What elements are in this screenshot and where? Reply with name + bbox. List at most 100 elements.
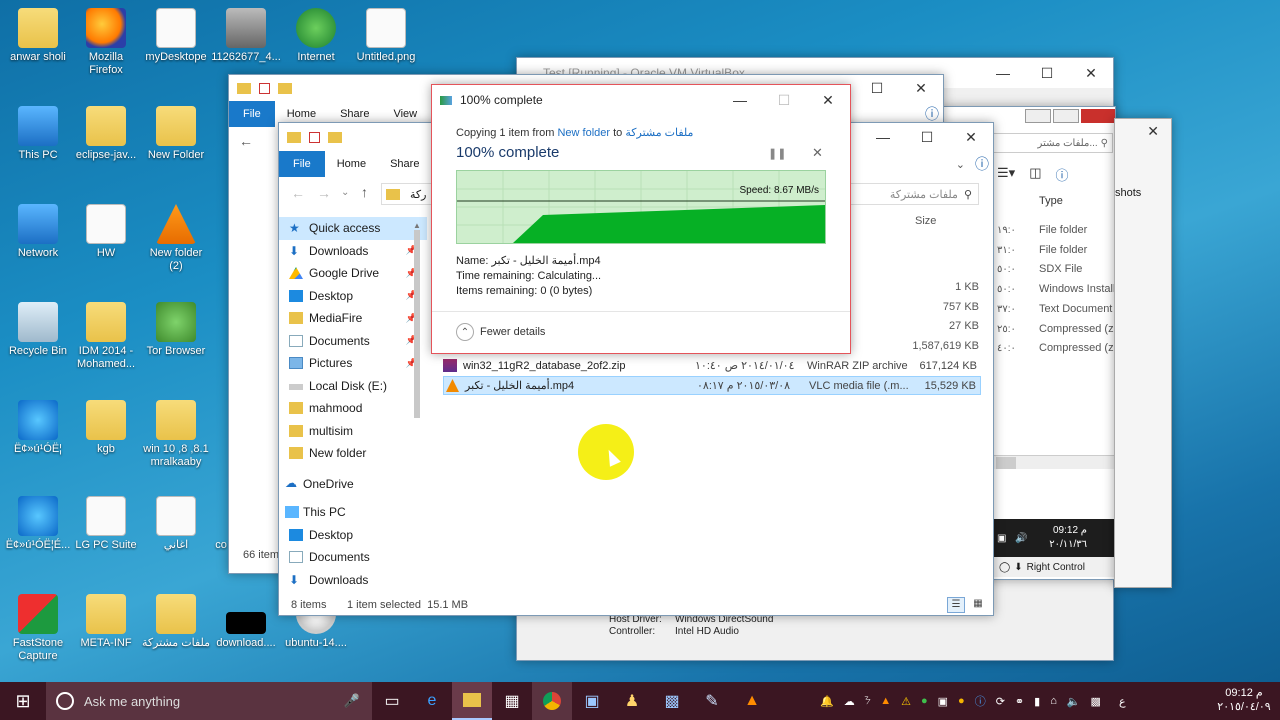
desktop-icon-shared-files[interactable]: ملفات مشتركة	[138, 594, 214, 650]
desktop-icon-recycle-bin[interactable]: Recycle Bin	[0, 302, 76, 358]
help-icon[interactable]: ⓘ	[975, 154, 993, 174]
nav-mediafire[interactable]: MediaFire 📌	[279, 307, 427, 330]
desktop-icon-win10[interactable]: win 10 ,8 ,8.1 mralkaaby	[138, 400, 214, 469]
desktop-icon-aghani[interactable]: اغاني	[138, 496, 214, 552]
desktop-icon-anwar-sholi[interactable]: anwar sholi	[0, 8, 76, 64]
nav-local-disk-e[interactable]: Local Disk (E:)	[279, 375, 427, 398]
up-arrow-icon[interactable]: ↑	[361, 184, 368, 200]
file-explorer-taskbar-icon[interactable]	[452, 682, 492, 720]
back-arrow-icon[interactable]: ←	[291, 185, 305, 201]
editor-app-icon[interactable]: ✎	[692, 682, 732, 720]
vlc-taskbar-icon[interactable]: ▲	[732, 682, 772, 720]
green-tray-icon[interactable]: ●	[921, 695, 928, 707]
nav-mahmood[interactable]: mahmood	[279, 397, 427, 420]
desktop-icon-idm-2014[interactable]: IDM 2014 - Mohamed...	[68, 302, 144, 371]
minimize-button[interactable]: —	[861, 123, 905, 151]
sync-tray-icon[interactable]: ⟳	[996, 695, 1005, 708]
copy-dialog-titlebar[interactable]: 100% complete — ☐ ✕	[432, 85, 850, 115]
column-header-type[interactable]: Type	[1039, 195, 1063, 207]
scroll-thumb[interactable]	[414, 230, 420, 418]
preview-pane-icon[interactable]: ◫	[1029, 165, 1041, 184]
pause-button[interactable]: ❚❚	[768, 147, 786, 160]
tab-share[interactable]: Share	[378, 158, 431, 170]
globe-tray-icon[interactable]: ⚭	[1015, 695, 1024, 708]
search-icon[interactable]: ⚲	[964, 188, 972, 201]
desktop-icon-firefox[interactable]: Mozilla Firefox	[68, 8, 144, 77]
volume-icon[interactable]: 🔈	[1067, 695, 1081, 708]
bluetooth-icon[interactable]: ᜢ	[865, 695, 871, 708]
nav-scrollbar[interactable]: ▲	[411, 221, 423, 593]
tab-share[interactable]: Share	[328, 108, 381, 120]
fewer-details-button[interactable]: ⌃ Fewer details	[456, 323, 545, 341]
scroll-up-arrow[interactable]: ▲	[411, 221, 423, 230]
maximize-button[interactable]: ☐	[905, 123, 949, 151]
maximize-button[interactable]: ☐	[855, 74, 899, 102]
microphone-icon[interactable]: 🎤	[344, 693, 360, 709]
volume-tray-icon[interactable]: 🔊	[1015, 533, 1027, 544]
close-button[interactable]: ✕	[806, 86, 850, 114]
action-center-icon[interactable]: ▩	[1091, 695, 1101, 708]
view-options-icon[interactable]: ☰▾	[997, 165, 1015, 184]
close-button[interactable]	[1081, 109, 1115, 123]
nav-google-drive[interactable]: Google Drive 📌	[279, 262, 427, 285]
ribbon-expand-icon[interactable]: ⌄	[956, 158, 965, 171]
desktop-icon-edge-shortcut[interactable]: Ë¢»ú¹ÓË¦É...	[0, 496, 76, 552]
wifi-icon[interactable]: ⌂	[1050, 695, 1057, 707]
nav-multisim[interactable]: multisim	[279, 420, 427, 443]
vlc-tray-icon[interactable]: ▲	[880, 695, 891, 707]
desktop-icon-this-pc[interactable]: This PC	[0, 106, 76, 162]
vm-search-box[interactable]: ملفات مشتر... ⚲	[993, 133, 1113, 153]
desktop-icon-ie[interactable]: Ë¢»ú¹ÓË¦	[0, 400, 76, 456]
nav-this-pc[interactable]: This PC	[279, 501, 427, 524]
close-button[interactable]: ✕	[1069, 59, 1113, 87]
network-tray-icon[interactable]: ▣	[997, 533, 1006, 544]
desktop-icon-new-folder-2[interactable]: New folder (2)	[138, 204, 214, 273]
nav-documents[interactable]: Documents 📌	[279, 330, 427, 353]
virtualbox-taskbar-icon[interactable]: ▩	[652, 682, 692, 720]
minimize-button[interactable]: —	[718, 86, 762, 114]
desktop-icon-tor-browser[interactable]: Tor Browser	[138, 302, 214, 358]
start-button[interactable]: ⊞	[0, 682, 46, 720]
nav-quick-access[interactable]: ★ Quick access	[279, 217, 427, 240]
back-nav-arrow[interactable]: ←	[239, 133, 253, 149]
store-icon[interactable]: ▦	[492, 682, 532, 720]
close-icon[interactable]: ✕	[1147, 123, 1159, 140]
maximize-button[interactable]: ☐	[1025, 59, 1069, 87]
nav-pictures[interactable]: Pictures 📌	[279, 352, 427, 375]
desktop-icon-eclipse[interactable]: eclipse-jav...	[68, 106, 144, 162]
file-row-selected[interactable]: أميمة الخليل - تكبر.mp4 ٢٠١٥/٠٣/٠٨ م ٠٨:…	[443, 376, 981, 395]
search-icon[interactable]: ⚲	[1101, 138, 1108, 149]
info-tray-icon[interactable]: ⓘ	[975, 693, 986, 709]
details-view-icon[interactable]: ☰	[947, 597, 965, 613]
minimize-button[interactable]	[1025, 109, 1051, 123]
desktop-icon-new-folder[interactable]: New Folder	[138, 106, 214, 162]
desktop-icon-untitled-png[interactable]: Untitled.png	[348, 8, 424, 64]
source-link[interactable]: New folder	[557, 127, 610, 139]
scroll-thumb[interactable]	[996, 457, 1016, 469]
help-icon[interactable]: ⓘ	[925, 104, 943, 124]
forward-arrow-icon[interactable]: →	[317, 185, 331, 201]
task-view-icon[interactable]: ▭	[372, 682, 412, 720]
tab-file[interactable]: File	[229, 101, 275, 127]
nav-pc-desktop[interactable]: Desktop	[279, 524, 427, 547]
nav-desktop[interactable]: Desktop 📌	[279, 285, 427, 308]
clock[interactable]: 09:12 م ٢٠١٥/٠٤/٠٩	[1214, 686, 1274, 714]
language-indicator[interactable]: ع	[1119, 695, 1126, 708]
file-row[interactable]: win32_11gR2_database_2of2.zip ٢٠١٤/٠١/٠٤…	[443, 356, 981, 375]
nav-onedrive[interactable]: ☁ OneDrive	[279, 473, 427, 496]
search-box[interactable]: ملفات مشتركة ⚲	[845, 183, 979, 205]
desktop-icon-hw[interactable]: HW	[68, 204, 144, 260]
nav-downloads[interactable]: ⬇ Downloads 📌	[279, 240, 427, 263]
desktop-icon-network[interactable]: Network	[0, 204, 76, 260]
vm-horizontal-scrollbar[interactable]	[993, 455, 1115, 469]
help-icon[interactable]: ⓘ	[1055, 165, 1068, 184]
desktop-icon-meta-inf[interactable]: META-INF	[68, 594, 144, 650]
nav-pc-downloads[interactable]: ⬇ Downloads	[279, 569, 427, 592]
edge-taskbar-icon[interactable]: e	[412, 682, 452, 720]
cortana-search-box[interactable]: Ask me anything 🎤	[46, 682, 372, 720]
tab-home[interactable]: Home	[325, 158, 378, 170]
copy-progress-dialog[interactable]: 100% complete — ☐ ✕ Copying 1 item from …	[431, 84, 851, 354]
maximize-button[interactable]	[1053, 109, 1079, 123]
desktop-icon-lg-pc-suite[interactable]: LG PC Suite	[68, 496, 144, 552]
tab-view[interactable]: View	[381, 108, 429, 120]
